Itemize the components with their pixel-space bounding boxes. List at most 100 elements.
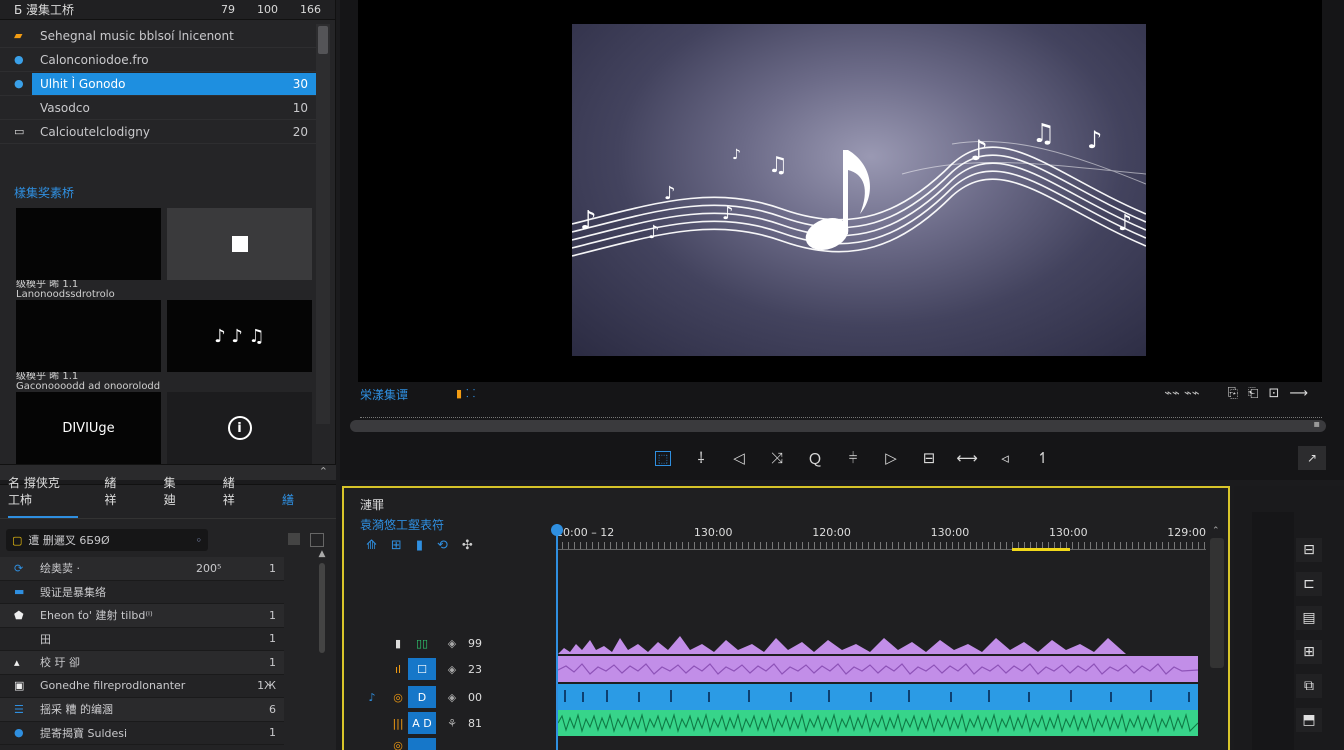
add-marker-button[interactable]: ⸸ xyxy=(682,446,720,470)
go-to-out-button[interactable]: ◃ xyxy=(986,446,1024,470)
playhead[interactable] xyxy=(551,524,563,750)
play-button[interactable]: ▷ xyxy=(872,446,910,470)
new-bin-icon[interactable] xyxy=(310,533,324,547)
track-header[interactable]: ♪ ◎ D ◈ 00 xyxy=(344,684,556,710)
sync-lock-icon[interactable]: ||| xyxy=(388,713,408,733)
mute-button[interactable]: ▯▯ xyxy=(408,632,436,654)
audio-waveform-clip[interactable] xyxy=(558,630,1126,656)
thumbnail-notes[interactable]: ♪ ♪ ♫ xyxy=(167,300,312,372)
tab-more[interactable]: 繕 xyxy=(282,491,310,518)
expand-icon[interactable]: ↗ xyxy=(1298,446,1326,470)
playhead-handle[interactable] xyxy=(551,524,563,536)
project-item[interactable]: ▭ Calcioutelclodigny 20 xyxy=(0,120,316,144)
waveform-icon[interactable]: ıl xyxy=(388,659,408,679)
tab-info[interactable]: 緒祥 xyxy=(223,474,256,518)
linked-selection-icon[interactable]: ⊞ xyxy=(391,538,402,553)
thumbnail-white-square[interactable] xyxy=(167,208,312,280)
track-header[interactable]: ıl ☐ ◈ 23 xyxy=(344,656,556,682)
speaker-icon[interactable]: ◈ xyxy=(442,637,462,650)
list-item[interactable]: 田 1 xyxy=(0,628,284,651)
project-item[interactable]: ▰ Sehegnal music bblsoí lnicenont xyxy=(0,24,316,48)
mark-in-button[interactable]: ⬚ xyxy=(644,446,682,470)
thumbnail-title[interactable]: DIVIUge xyxy=(16,392,161,464)
timeline-ruler[interactable]: 20:00 – 12 130:00 120:00 130:00 130:00 1… xyxy=(556,526,1218,552)
timeline-scrollbar[interactable]: ⌃ xyxy=(1210,526,1224,668)
monitor-scrub-bar[interactable]: ▪ xyxy=(350,419,1326,432)
work-area-bar[interactable] xyxy=(1012,548,1070,551)
waveform-icon[interactable]: ⌁⌁ ⌁⌁ xyxy=(1164,386,1199,401)
settings-icon[interactable]: ⟲ xyxy=(437,538,448,553)
safe-margins-icon[interactable]: ⎗ xyxy=(1248,386,1258,401)
audio-clip-blue[interactable] xyxy=(558,684,1198,710)
wrench-icon[interactable]: ✣ xyxy=(462,538,473,553)
list-item[interactable]: ▴ 校 玗 卻 1 xyxy=(0,651,284,675)
thumbnail-caption: 级模乎 晞 1.1 Gaconoooodd ad onoorolodd xyxy=(16,371,161,392)
chevron-up-icon[interactable]: ▲ xyxy=(316,549,328,559)
insert-button[interactable]: ⫩ xyxy=(834,446,872,470)
tab-history[interactable]: 集廸 xyxy=(164,474,197,518)
effects-scrollbar[interactable]: ▲ xyxy=(316,549,328,749)
track-target[interactable]: ♪ xyxy=(362,691,382,704)
list-item[interactable]: ⟳ 绘奥荬 · 200⁵ 1 xyxy=(0,557,284,581)
audio-clip-purple[interactable] xyxy=(558,656,1198,682)
razor-tool-icon[interactable]: ⊞ xyxy=(1296,640,1322,664)
project-item[interactable]: ● Calonconiodoe.fro xyxy=(0,48,316,72)
overwrite-button[interactable]: ⊟ xyxy=(910,446,948,470)
project-item[interactable]: Vasodco 10 xyxy=(0,96,316,120)
list-item[interactable]: ⬟ Eheon ťo' 建射 tilbd⁽ⁱ⁾ 1 xyxy=(0,604,284,628)
thumbnail-black[interactable] xyxy=(16,300,161,372)
speaker-icon[interactable]: ⚘ xyxy=(442,717,462,730)
expand-icon[interactable]: ⟶ xyxy=(1289,386,1308,401)
ripple-edit-icon[interactable]: ▤ xyxy=(1296,606,1322,630)
settings-icon[interactable]: ⊡ xyxy=(1268,386,1279,401)
header-count: 79 xyxy=(221,3,235,16)
track-header[interactable]: ▮ ▯▯ ◈ 99 xyxy=(344,630,556,656)
effects-search-input[interactable]: ▢ 遭 删邐叉 6Б9Ø ◦ xyxy=(6,529,208,551)
slip-tool-icon[interactable]: ⧉ xyxy=(1296,674,1322,698)
lift-button[interactable]: ⟷ xyxy=(948,446,986,470)
mute-button[interactable]: D xyxy=(408,686,436,708)
selection-tool-icon[interactable]: ⊟ xyxy=(1296,538,1322,562)
list-item[interactable]: ● 提寄揭寶 Suldesi 1 xyxy=(0,722,284,745)
speaker-icon[interactable]: ◈ xyxy=(442,663,462,676)
marker-icon[interactable]: ▮ xyxy=(416,538,423,553)
step-back-button[interactable]: ⤨ xyxy=(758,446,796,470)
scrollbar-thumb[interactable] xyxy=(318,26,328,54)
scrollbar-track[interactable] xyxy=(319,563,325,653)
project-scrollbar[interactable] xyxy=(316,24,330,424)
mute-button[interactable]: A D xyxy=(408,712,436,734)
go-to-in-button[interactable]: ◁ xyxy=(720,446,758,470)
clear-icon[interactable]: ◦ xyxy=(196,534,203,547)
track-header[interactable]: ||| A D ⚘ 81 xyxy=(344,710,556,736)
panel-toggle-icon[interactable] xyxy=(288,533,300,545)
export-frame-icon[interactable]: ⎘ xyxy=(1228,386,1238,401)
audio-clip-green[interactable] xyxy=(558,710,1198,736)
snap-icon[interactable]: ⟰ xyxy=(366,538,377,553)
settings-icon[interactable]: ⸬ xyxy=(466,387,475,400)
pen-tool-icon[interactable]: ⬒ xyxy=(1296,708,1322,732)
marker-icon[interactable]: ▮ xyxy=(456,387,462,400)
eye-icon[interactable]: ◎ xyxy=(388,738,408,750)
zoom-button[interactable]: Ｑ xyxy=(796,446,834,470)
list-item[interactable]: ☰ 揺采 糟 的编溷 6 xyxy=(0,698,284,722)
mark-out-button[interactable]: ↿ xyxy=(1024,446,1062,470)
eye-icon[interactable]: ◎ xyxy=(388,687,408,707)
tab-markers[interactable]: 緒祥 xyxy=(104,474,137,518)
project-item-selected[interactable]: ● Ulhit Ì Gonodo 30 xyxy=(0,72,316,96)
tab-effects[interactable]: 名 撐侠克工柿 xyxy=(8,474,79,518)
monitor-ruler[interactable] xyxy=(360,404,1322,418)
chevron-up-icon[interactable]: ⌃ xyxy=(319,465,328,478)
video-preview[interactable]: ♪ ♫ ♪ ♪ ♪ ♪ ♪ ♫ ♪ ♪ xyxy=(572,24,1146,356)
speaker-icon[interactable]: ◈ xyxy=(442,691,462,704)
mute-button[interactable]: ☐ xyxy=(408,658,436,680)
list-item[interactable]: ▬ 毁证是暴集络 xyxy=(0,581,284,604)
chevron-up-icon[interactable]: ⌃ xyxy=(1212,526,1220,536)
thumbnail-info[interactable]: i xyxy=(167,392,312,464)
lock-icon[interactable]: ▮ xyxy=(388,633,408,653)
sequence-name[interactable]: 袁漪悠工壑表符 xyxy=(360,516,444,533)
thumbnail-black[interactable] xyxy=(16,208,161,280)
mute-button[interactable] xyxy=(408,738,436,750)
track-select-icon[interactable]: ⊏ xyxy=(1296,572,1322,596)
list-item[interactable]: ▣ Gonedhe filreprodlonanter 1Ж xyxy=(0,675,284,698)
track-header[interactable]: ◎ xyxy=(344,738,556,750)
